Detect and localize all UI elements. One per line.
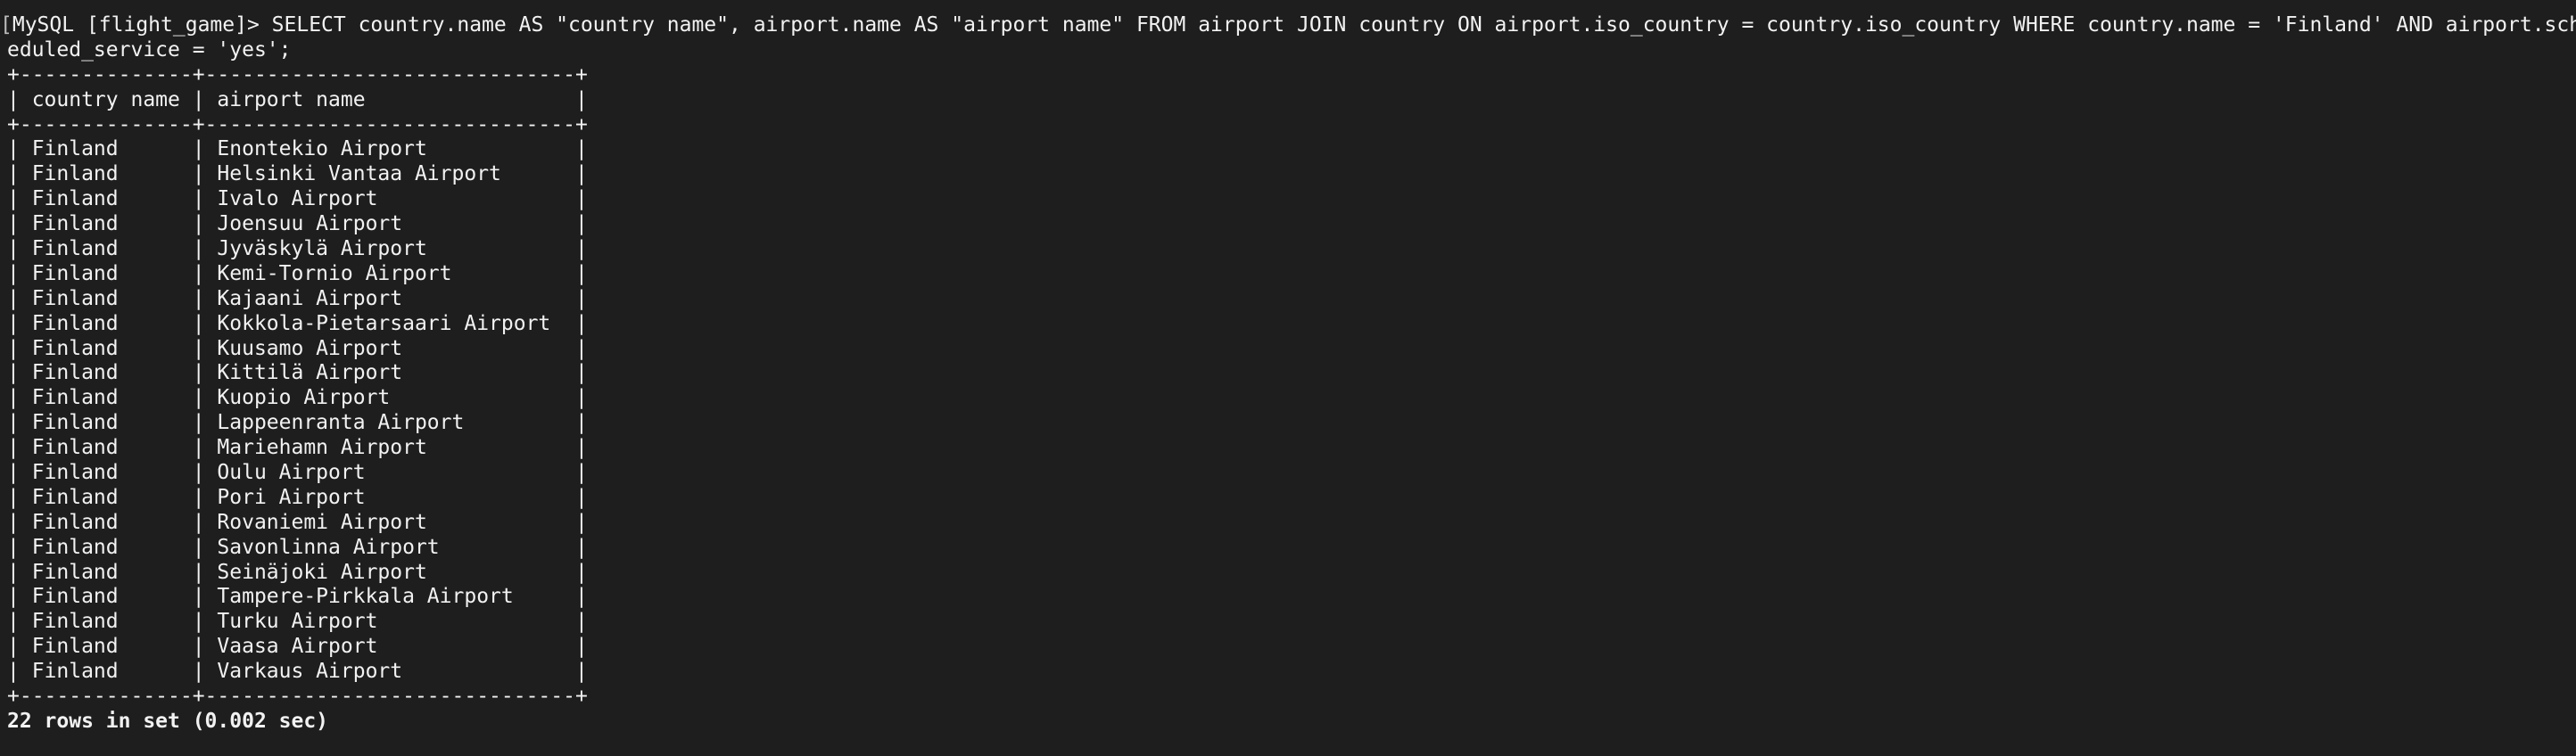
sql-command-part1: SELECT country.name AS "country name", a…	[271, 13, 2576, 37]
table-row: | Finland | Pori Airport |	[7, 485, 588, 509]
mysql-prompt: MySQL [flight_game]>	[12, 13, 272, 37]
table-row: | Finland | Rovaniemi Airport |	[7, 510, 588, 534]
table-border-header: +--------------+------------------------…	[7, 112, 588, 136]
table-row: | Finland | Tampere-Pirkkala Airport |	[7, 585, 588, 609]
table-row: | Finland | Oulu Airport |	[7, 461, 588, 485]
table-row: | Finland | Varkaus Airport |	[7, 660, 588, 684]
sql-command-part2: eduled_service = 'yes';	[7, 37, 292, 62]
table-row: | Finland | Kuusamo Airport |	[7, 336, 588, 360]
table-body: | Finland | Enontekio Airport | | Finlan…	[7, 137, 2576, 685]
table-border-bottom: +--------------+------------------------…	[7, 685, 588, 709]
command-line-2: eduled_service = 'yes';	[7, 38, 2576, 63]
table-row: | Finland | Turku Airport |	[7, 610, 588, 634]
table-row: | Finland | Joensuu Airport |	[7, 212, 588, 236]
table-row: | Finland | Helsinki Vantaa Airport |	[7, 162, 588, 186]
table-row: | Finland | Savonlinna Airport |	[7, 535, 588, 559]
table-row: | Finland | Mariehamn Airport |	[7, 436, 588, 460]
scrollback-mark: [	[0, 13, 12, 37]
terminal-window[interactable]: [MySQL [flight_game]> SELECT country.nam…	[0, 0, 2576, 756]
table-border-top: +--------------+------------------------…	[7, 62, 588, 86]
table-row: | Finland | Ivalo Airport |	[7, 187, 588, 211]
table-row: | Finland | Seinäjoki Airport |	[7, 560, 588, 584]
table-row: | Finland | Kemi-Tornio Airport |	[7, 261, 588, 285]
table-row: | Finland | Kuopio Airport |	[7, 386, 588, 410]
result-summary: 22 rows in set (0.002 sec)	[7, 709, 329, 733]
table-header-row: | country name | airport name |	[7, 87, 588, 111]
table-row: | Finland | Lappeenranta Airport |	[7, 411, 588, 435]
table-row: | Finland | Jyväskylä Airport |	[7, 237, 588, 261]
table-row: | Finland | Kokkola-Pietarsaari Airport …	[7, 311, 588, 335]
table-row: | Finland | Kajaani Airport |	[7, 286, 588, 310]
table-row: | Finland | Enontekio Airport |	[7, 137, 588, 161]
command-line-1: [MySQL [flight_game]> SELECT country.nam…	[0, 13, 2576, 38]
table-row: | Finland | Kittilä Airport |	[7, 361, 588, 385]
table-row: | Finland | Vaasa Airport |	[7, 635, 588, 659]
